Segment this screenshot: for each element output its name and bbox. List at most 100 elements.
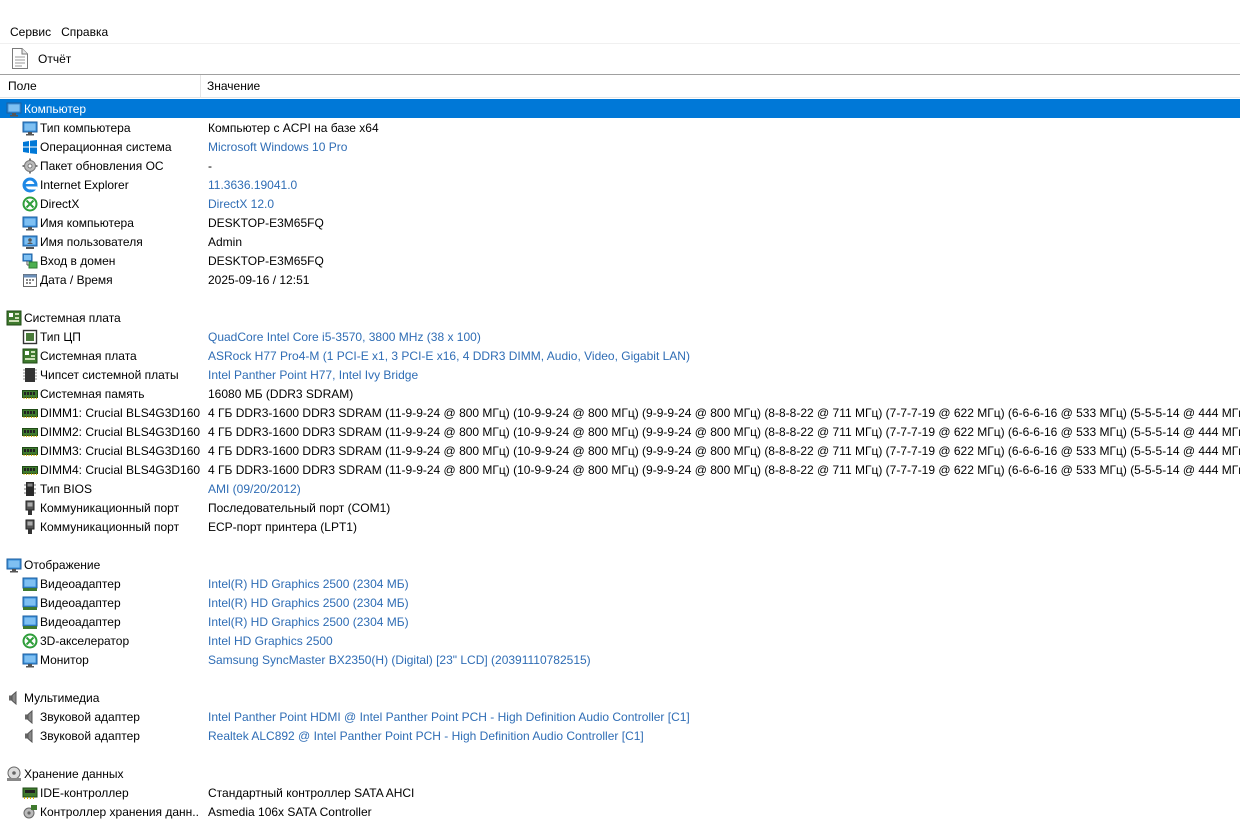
field-row[interactable]: Тип компьютера Компьютер с ACPI на базе x… <box>0 118 1240 137</box>
xbox-icon <box>22 633 38 649</box>
field-name: DirectX <box>40 196 80 211</box>
field-row[interactable]: Коммуникационный порт Последовательный по… <box>0 498 1240 517</box>
column-field-header[interactable]: Поле <box>0 75 201 97</box>
field-name: Имя пользователя <box>40 234 143 249</box>
field-value-link[interactable]: Intel(R) HD Graphics 2500 (2304 МБ) <box>208 577 409 591</box>
field-value-link[interactable]: Intel Panther Point H77, Intel Ivy Bridg… <box>208 368 418 382</box>
calendar-icon <box>22 272 38 288</box>
field-name: Тип BIOS <box>40 481 93 496</box>
field-value-link[interactable]: Samsung SyncMaster BX2350(H) (Digital) [… <box>208 653 591 667</box>
category-storage[interactable]: Хранение данных <box>0 764 1240 783</box>
field-row[interactable]: Коммуникационный порт ECP-порт принтера (… <box>0 517 1240 536</box>
windows-logo-icon <box>22 139 38 155</box>
category-computer[interactable]: Компьютер <box>0 99 1240 118</box>
field-name: Тип компьютера <box>40 120 131 135</box>
field-row[interactable]: Пакет обновления ОС - <box>0 156 1240 175</box>
spacer-row <box>0 745 1240 764</box>
column-value-header[interactable]: Значение <box>201 75 260 97</box>
field-value: Asmedia 106x SATA Controller <box>208 804 372 819</box>
monitor-icon <box>22 120 38 136</box>
field-row[interactable]: Тип BIOS AMI (09/20/2012) <box>0 479 1240 498</box>
field-value-link[interactable]: Intel HD Graphics 2500 <box>208 634 333 648</box>
field-value-link[interactable]: AMI (09/20/2012) <box>208 482 301 496</box>
field-row[interactable]: IDE-контроллер Стандартный контроллер SAT… <box>0 783 1240 802</box>
field-row[interactable]: Контроллер хранения данн... Asmedia 106x … <box>0 802 1240 820</box>
storage-icon <box>6 766 22 782</box>
field-name: Операционная система <box>40 139 172 154</box>
field-value-link[interactable]: Intel Panther Point HDMI @ Intel Panther… <box>208 710 690 724</box>
field-row[interactable]: DirectX DirectX 12.0 <box>0 194 1240 213</box>
field-value-link[interactable]: Intel(R) HD Graphics 2500 (2304 МБ) <box>208 596 409 610</box>
field-value: DESKTOP-E3M65FQ <box>208 215 324 230</box>
field-row[interactable]: 3D-акселератор Intel HD Graphics 2500 <box>0 631 1240 650</box>
network-icon <box>22 253 38 269</box>
field-value-link[interactable]: 11.3636.19041.0 <box>208 178 297 192</box>
field-row[interactable]: Операционная система Microsoft Windows 10… <box>0 137 1240 156</box>
report-button[interactable]: Отчёт <box>11 46 71 72</box>
field-row[interactable]: Системная плата ASRock H77 Pro4-M (1 PCI-… <box>0 346 1240 365</box>
field-row[interactable]: DIMM2: Crucial BLS4G3D160... 4 ГБ DDR3-16… <box>0 422 1240 441</box>
field-row[interactable]: Видеоадаптер Intel(R) HD Graphics 2500 (2… <box>0 593 1240 612</box>
toolbar: Отчёт <box>0 43 1240 73</box>
field-value: 4 ГБ DDR3-1600 DDR3 SDRAM (11-9-9-24 @ 8… <box>208 443 1240 458</box>
field-name: Звуковой адаптер <box>40 728 140 743</box>
memory-icon <box>22 405 38 421</box>
xbox-icon <box>22 196 38 212</box>
field-name: Видеоадаптер <box>40 614 121 629</box>
field-row[interactable]: Имя компьютера DESKTOP-E3M65FQ <box>0 213 1240 232</box>
field-name: Системная память <box>40 386 145 401</box>
field-row[interactable]: Вход в домен DESKTOP-E3M65FQ <box>0 251 1240 270</box>
field-row[interactable]: DIMM3: Crucial BLS4G3D160... 4 ГБ DDR3-16… <box>0 441 1240 460</box>
field-row[interactable]: Звуковой адаптер Realtek ALC892 @ Intel P… <box>0 726 1240 745</box>
field-name: DIMM2: Crucial BLS4G3D160... <box>40 424 200 439</box>
field-row[interactable]: DIMM1: Crucial BLS4G3D160... 4 ГБ DDR3-16… <box>0 403 1240 422</box>
field-row[interactable]: Системная память 16080 МБ (DDR3 SDRAM) <box>0 384 1240 403</box>
category-display[interactable]: Отображение <box>0 555 1240 574</box>
user-monitor-icon <box>22 234 38 250</box>
field-name: DIMM4: Crucial BLS4G3D160... <box>40 462 200 477</box>
field-name: DIMM3: Crucial BLS4G3D160... <box>40 443 200 458</box>
field-row[interactable]: Видеоадаптер Intel(R) HD Graphics 2500 (2… <box>0 612 1240 631</box>
field-value-link[interactable]: QuadCore Intel Core i5-3570, 3800 MHz (3… <box>208 330 481 344</box>
menu-bar: Сервис Справка <box>0 22 1240 42</box>
spacer-row <box>0 669 1240 688</box>
cpu-icon <box>22 329 38 345</box>
field-name: 3D-акселератор <box>40 633 130 648</box>
video-adapter-icon <box>22 614 38 630</box>
field-row[interactable]: Звуковой адаптер Intel Panther Point HDMI… <box>0 707 1240 726</box>
field-value-link[interactable]: Intel(R) HD Graphics 2500 (2304 МБ) <box>208 615 409 629</box>
field-value-link[interactable]: DirectX 12.0 <box>208 197 274 211</box>
gear-icon <box>22 158 38 174</box>
field-value-link[interactable]: Microsoft Windows 10 Pro <box>208 140 347 154</box>
memory-icon <box>22 462 38 478</box>
storage-controller-icon <box>22 804 38 820</box>
field-row[interactable]: Дата / Время 2025-09-16 / 12:51 <box>0 270 1240 289</box>
field-row[interactable]: Видеоадаптер Intel(R) HD Graphics 2500 (2… <box>0 574 1240 593</box>
field-row[interactable]: Чипсет системной платы Intel Panther Poin… <box>0 365 1240 384</box>
field-value-link[interactable]: Realtek ALC892 @ Intel Panther Point PCH… <box>208 729 644 743</box>
video-adapter-icon <box>22 595 38 611</box>
category-title: Компьютер <box>24 101 87 116</box>
menu-help[interactable]: Справка <box>56 22 113 42</box>
field-row[interactable]: Монитор Samsung SyncMaster BX2350(H) (Dig… <box>0 650 1240 669</box>
field-row[interactable]: DIMM4: Crucial BLS4G3D160... 4 ГБ DDR3-16… <box>0 460 1240 479</box>
menu-service[interactable]: Сервис <box>5 22 56 42</box>
computer-icon <box>6 101 22 117</box>
category-title: Хранение данных <box>24 766 124 781</box>
field-name: Монитор <box>40 652 89 667</box>
category-motherboard[interactable]: Системная плата <box>0 308 1240 327</box>
field-value-link[interactable]: ASRock H77 Pro4-M (1 PCI-E x1, 3 PCI-E x… <box>208 349 690 363</box>
field-value: 4 ГБ DDR3-1600 DDR3 SDRAM (11-9-9-24 @ 8… <box>208 424 1240 439</box>
category-multimedia[interactable]: Мультимедиа <box>0 688 1240 707</box>
field-row[interactable]: Internet Explorer 11.3636.19041.0 <box>0 175 1240 194</box>
field-row[interactable]: Имя пользователя Admin <box>0 232 1240 251</box>
field-value: Стандартный контроллер SATA AHCI <box>208 785 415 800</box>
speaker-icon <box>22 728 38 744</box>
monitor-icon <box>6 557 22 573</box>
field-name: Вход в домен <box>40 253 116 268</box>
field-name: Системная плата <box>40 348 137 363</box>
port-icon <box>22 519 38 535</box>
field-name: Коммуникационный порт <box>40 500 180 515</box>
field-value: - <box>208 158 212 173</box>
field-row[interactable]: Тип ЦП QuadCore Intel Core i5-3570, 3800 … <box>0 327 1240 346</box>
